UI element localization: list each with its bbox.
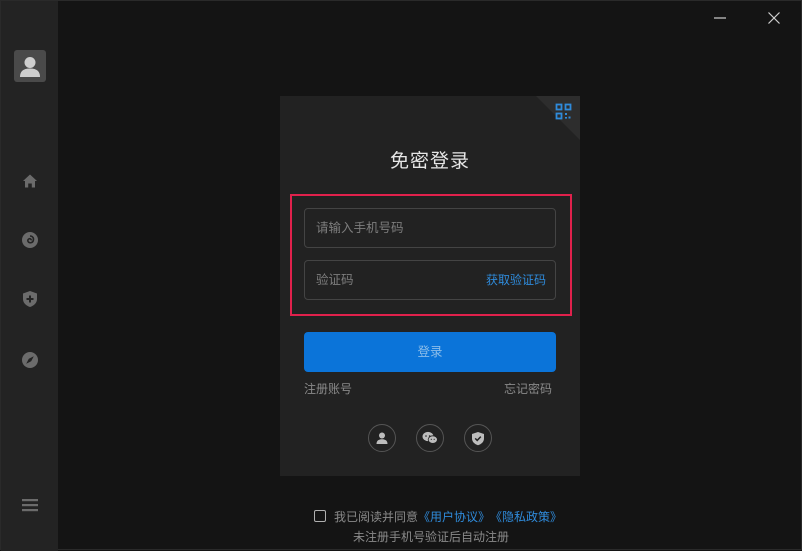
register-link[interactable]: 注册账号 <box>304 380 352 397</box>
shield-check-icon[interactable] <box>464 424 492 452</box>
page-title: 免密登录 <box>389 150 470 172</box>
phone-input[interactable]: 请输入手机号码 <box>304 208 556 248</box>
user-agreement-link[interactable]: 《用户协议》 <box>418 508 490 525</box>
code-placeholder: 验证码 <box>316 272 354 287</box>
sidebar <box>1 1 58 551</box>
user-avatar-icon[interactable] <box>14 50 46 82</box>
music-disc-icon[interactable] <box>20 230 40 250</box>
login-button[interactable]: 登录 <box>304 332 556 372</box>
hamburger-menu-icon[interactable] <box>20 495 40 515</box>
wechat-icon[interactable] <box>416 424 444 452</box>
shield-plus-icon[interactable] <box>20 289 40 309</box>
user-icon[interactable] <box>368 424 396 452</box>
login-card: 免密登录 请输入手机号码 验证码 获取验证码 登录 注册账号 忘记密码 <box>280 96 580 476</box>
compass-icon[interactable] <box>20 350 40 370</box>
privacy-policy-link[interactable]: 《隐私政策》 <box>490 508 562 525</box>
minimize-icon[interactable] <box>711 9 729 27</box>
get-code-button[interactable]: 获取验证码 <box>486 261 546 299</box>
agreement-row: 我已阅读并同意 《用户协议》 《隐私政策》 <box>314 508 562 524</box>
verification-code-input[interactable]: 验证码 获取验证码 <box>304 260 556 300</box>
agreement-checkbox[interactable] <box>314 510 326 522</box>
agreement-prefix: 我已阅读并同意 <box>334 509 419 524</box>
auto-register-hint: 未注册手机号验证后自动注册 <box>352 530 509 544</box>
forgot-password-link[interactable]: 忘记密码 <box>504 380 552 397</box>
qr-code-icon[interactable] <box>536 96 580 140</box>
phone-placeholder: 请输入手机号码 <box>316 220 404 235</box>
home-icon[interactable] <box>20 171 40 191</box>
app-window: 免密登录 请输入手机号码 验证码 获取验证码 登录 注册账号 忘记密码 我已阅读… <box>0 0 802 551</box>
close-icon[interactable] <box>765 9 783 27</box>
